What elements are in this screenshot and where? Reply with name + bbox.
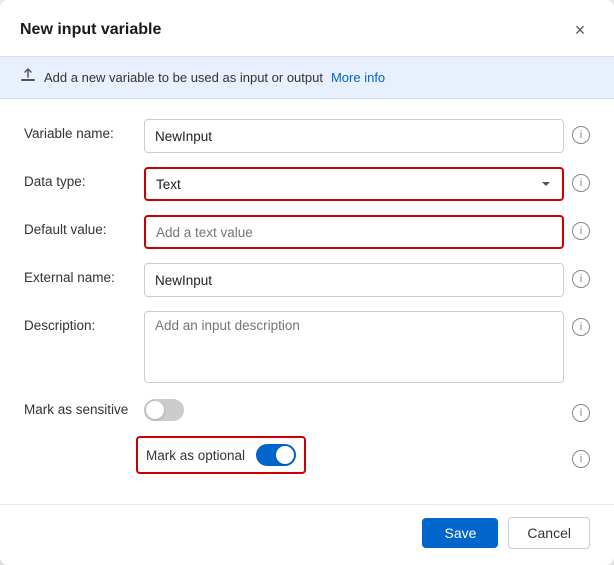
- mark-optional-highlight: Mark as optional: [136, 436, 306, 474]
- variable-name-input[interactable]: [144, 119, 564, 153]
- external-name-control: i: [144, 263, 590, 297]
- default-value-label: Default value:: [24, 215, 144, 237]
- variable-name-label: Variable name:: [24, 119, 144, 141]
- mark-optional-row: Mark as optional i: [24, 436, 590, 474]
- mark-optional-thumb: [276, 446, 294, 464]
- data-type-select[interactable]: Text Number Boolean Date List: [144, 167, 564, 201]
- description-row: Description: i: [24, 311, 590, 383]
- variable-name-row: Variable name: i: [24, 119, 590, 153]
- cancel-button[interactable]: Cancel: [508, 517, 590, 549]
- mark-sensitive-track: [144, 399, 184, 421]
- data-type-info-icon: i: [572, 174, 590, 192]
- dialog-footer: Save Cancel: [0, 504, 614, 565]
- mark-optional-toggle-wrap: Mark as optional i: [144, 436, 590, 474]
- external-name-row: External name: i: [24, 263, 590, 297]
- default-value-input[interactable]: [144, 215, 564, 249]
- dialog-body: Variable name: i Data type: Text Number …: [0, 99, 614, 504]
- default-value-control: i: [144, 215, 590, 249]
- data-type-control: Text Number Boolean Date List i: [144, 167, 590, 201]
- close-button[interactable]: ×: [566, 16, 594, 44]
- more-info-link[interactable]: More info: [331, 70, 385, 85]
- external-name-info-icon: i: [572, 270, 590, 288]
- new-input-variable-dialog: New input variable × Add a new variable …: [0, 0, 614, 565]
- mark-sensitive-label: Mark as sensitive: [24, 402, 144, 417]
- mark-sensitive-info-icon: i: [572, 404, 590, 422]
- mark-optional-toggle[interactable]: [256, 444, 296, 466]
- dialog-header: New input variable ×: [0, 0, 614, 57]
- external-name-label: External name:: [24, 263, 144, 285]
- mark-optional-track: [256, 444, 296, 466]
- variable-name-control: i: [144, 119, 590, 153]
- description-textarea[interactable]: [144, 311, 564, 383]
- save-button[interactable]: Save: [422, 518, 498, 548]
- info-banner: Add a new variable to be used as input o…: [0, 57, 614, 99]
- data-type-row: Data type: Text Number Boolean Date List…: [24, 167, 590, 201]
- description-label: Description:: [24, 311, 144, 333]
- mark-sensitive-toggle[interactable]: [144, 399, 184, 421]
- default-value-row: Default value: i: [24, 215, 590, 249]
- mark-optional-info-icon: i: [572, 450, 590, 468]
- default-value-info-icon: i: [572, 222, 590, 240]
- mark-sensitive-toggle-wrap: i: [144, 397, 590, 422]
- mark-sensitive-row: Mark as sensitive i: [24, 397, 590, 422]
- banner-text: Add a new variable to be used as input o…: [44, 70, 323, 85]
- data-type-label: Data type:: [24, 167, 144, 189]
- variable-name-info-icon: i: [572, 126, 590, 144]
- external-name-input[interactable]: [144, 263, 564, 297]
- mark-sensitive-thumb: [146, 401, 164, 419]
- description-control: i: [144, 311, 590, 383]
- mark-optional-label-text: Mark as optional: [146, 448, 246, 463]
- dialog-title: New input variable: [20, 21, 161, 39]
- description-info-icon: i: [572, 318, 590, 336]
- upload-icon: [20, 67, 36, 88]
